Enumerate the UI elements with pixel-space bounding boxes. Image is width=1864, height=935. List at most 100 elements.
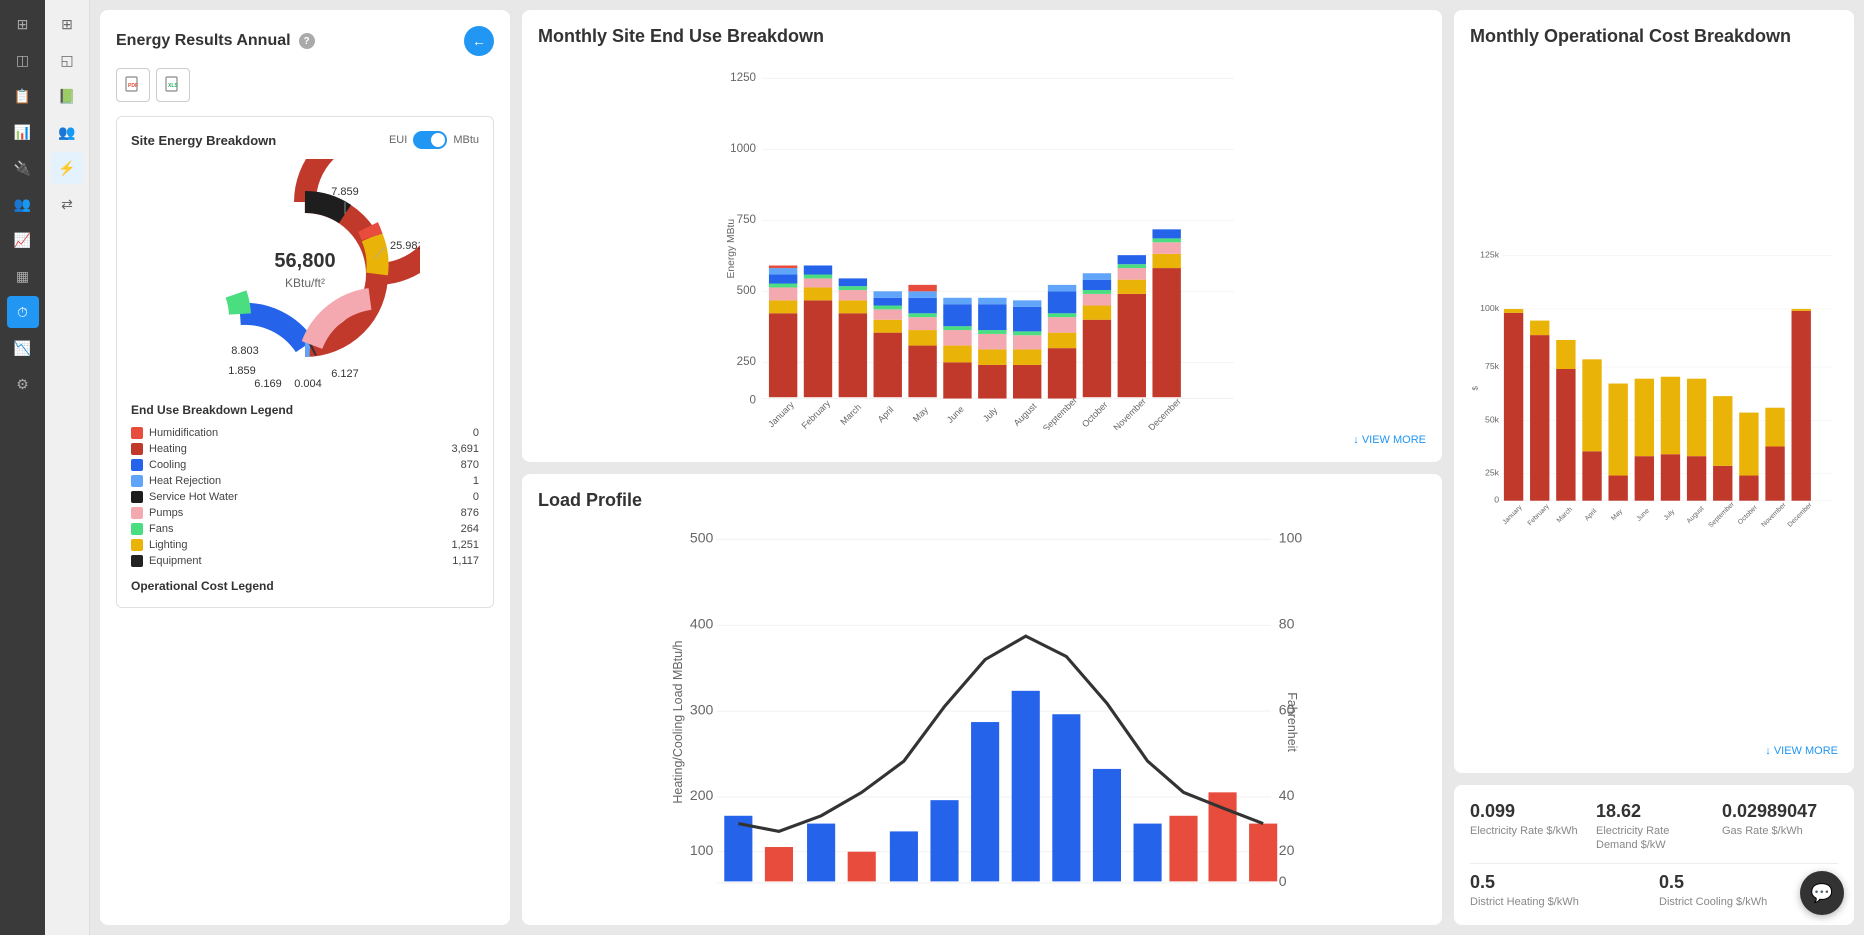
svg-text:100: 100	[1279, 529, 1303, 545]
svg-text:March: March	[838, 402, 863, 427]
grid3-icon[interactable]: ⊞	[51, 8, 83, 40]
svg-text:October: October	[1080, 400, 1110, 430]
equipment-label: Equipment	[149, 555, 446, 567]
svg-text:October: October	[1737, 504, 1759, 526]
monthly-op-cost-view-more[interactable]: VIEW MORE	[1470, 745, 1838, 757]
legend-equipment: Equipment 1,117	[131, 553, 479, 569]
svg-text:February: February	[1527, 503, 1552, 528]
book2-icon[interactable]: 📗	[51, 80, 83, 112]
people2-icon[interactable]: 👥	[51, 116, 83, 148]
svg-text:0: 0	[1494, 495, 1499, 505]
electricity-rate-label: Electricity Rate $/kWh	[1470, 824, 1586, 838]
back-button[interactable]: ←	[464, 26, 494, 56]
electricity-demand-value: 18.62	[1596, 801, 1712, 822]
svg-text:Heating/Cooling Load MBtu/h: Heating/Cooling Load MBtu/h	[671, 640, 685, 803]
cost-bar-dec: December	[1787, 309, 1815, 529]
shw-label: Service Hot Water	[149, 491, 467, 503]
lighting-color	[131, 539, 143, 551]
heat-rejection-label: Heat Rejection	[149, 475, 467, 487]
excel-button[interactable]: XLS	[156, 68, 190, 102]
svg-text:20: 20	[1279, 841, 1295, 857]
primary-sidebar: ⊞ ◫ 📋 📊 🔌 👥 📈 ▦ ⏱ 📉 ⚙	[0, 0, 45, 935]
bar-aug: August	[1012, 300, 1042, 428]
gas-rate-item: 0.02989047 Gas Rate $/kWh	[1722, 801, 1838, 853]
svg-text:400: 400	[690, 615, 714, 631]
grid-icon[interactable]: ⊞	[7, 8, 39, 40]
monthly-site-view-more[interactable]: VIEW MORE	[538, 434, 1426, 446]
clipboard-icon[interactable]: 📋	[7, 80, 39, 112]
monthly-site-card: Monthly Site End Use Breakdown 1250 1000…	[522, 10, 1442, 462]
linechart-icon[interactable]: 📉	[7, 332, 39, 364]
label-6127: 6.127	[331, 368, 359, 380]
label-8803: 8.803	[231, 345, 259, 357]
toolbar: PDF XLS	[116, 68, 494, 102]
legend-pumps: Pumps 876	[131, 505, 479, 521]
svg-text:500: 500	[690, 529, 714, 545]
humidification-label: Humidification	[149, 427, 467, 439]
monthly-op-cost-svg: 125k 100k 75k 50k 25k 0 $	[1470, 55, 1838, 741]
label-6169: 6.169	[254, 378, 282, 389]
pumps-label: Pumps	[149, 507, 455, 519]
svg-text:April: April	[876, 405, 896, 425]
legend-heat-rejection: Heat Rejection 1	[131, 473, 479, 489]
heat-rejection-color	[131, 475, 143, 487]
svg-text:1000: 1000	[730, 142, 756, 155]
svg-text:500: 500	[737, 284, 756, 297]
middle-panel: Monthly Site End Use Breakdown 1250 1000…	[522, 10, 1442, 925]
rate-grid-top: 0.099 Electricity Rate $/kWh 18.62 Elect…	[1470, 801, 1838, 853]
people-icon[interactable]: 👥	[7, 188, 39, 220]
bar-feb: February	[800, 265, 833, 429]
lighting-value: 1,251	[451, 539, 479, 551]
load-profile-chart: 500 400 300 200 100 100 80 60 40 20 0 Fa…	[538, 519, 1426, 910]
donut-center-unit: KBtu/ft²	[285, 276, 325, 290]
monthly-site-chart: 1250 1000 750 500 250 0 Energy MBtu	[538, 55, 1426, 430]
toggle-right-label: MBtu	[453, 134, 479, 146]
chat-button[interactable]: 💬	[1800, 871, 1844, 915]
fans-value: 264	[461, 523, 479, 535]
electricity-rate-item: 0.099 Electricity Rate $/kWh	[1470, 801, 1586, 853]
toggle-group: EUI MBtu	[389, 131, 479, 149]
eui-mbtu-toggle[interactable]	[413, 131, 447, 149]
svg-text:PDF: PDF	[128, 83, 138, 89]
layers-icon[interactable]: ◫	[7, 44, 39, 76]
cooling-value: 870	[461, 459, 479, 471]
svg-text:750: 750	[737, 213, 756, 226]
donut-chart-svg: 56,800 KBtu/ft² 7.859 25.981 8.803 1.859…	[190, 159, 420, 389]
flow2-icon[interactable]: ⇄	[51, 188, 83, 220]
equipment-color	[131, 555, 143, 567]
legend-title: End Use Breakdown Legend	[131, 403, 479, 417]
svg-text:80: 80	[1279, 615, 1295, 631]
label-1859: 1.859	[228, 365, 256, 377]
monthly-op-cost-card: Monthly Operational Cost Breakdown 125k …	[1454, 10, 1854, 773]
district-heating-item: 0.5 District Heating $/kWh	[1470, 872, 1649, 909]
heating-value: 3,691	[451, 443, 479, 455]
load-bar-jan-heat	[765, 847, 793, 881]
help-icon[interactable]: ?	[299, 33, 315, 49]
svg-text:February: February	[800, 398, 833, 430]
bar-jan: January	[766, 265, 797, 429]
svg-text:September: September	[1041, 395, 1079, 429]
label-0004: 0.004	[294, 378, 322, 389]
svg-text:March: March	[1556, 506, 1574, 524]
analytics-icon[interactable]: 📈	[7, 224, 39, 256]
bar-jul: July	[978, 298, 1006, 424]
humidification-color	[131, 427, 143, 439]
shw-segment	[310, 345, 312, 346]
chart-bar-icon[interactable]: 📊	[7, 116, 39, 148]
layers3-icon[interactable]: ◱	[51, 44, 83, 76]
legend-lighting: Lighting 1,251	[131, 537, 479, 553]
table-icon[interactable]: ▦	[7, 260, 39, 292]
plugin-icon[interactable]: 🔌	[7, 152, 39, 184]
cost-bar-oct: October	[1737, 413, 1759, 527]
toggle-left-label: EUI	[389, 134, 407, 146]
pdf-button[interactable]: PDF	[116, 68, 150, 102]
lighting-label: Lighting	[149, 539, 445, 551]
gear-icon[interactable]: ⚙	[7, 368, 39, 400]
electricity-demand-item: 18.62 Electricity Rate Demand $/kW	[1596, 801, 1712, 853]
site-energy-title: Site Energy Breakdown	[131, 133, 276, 148]
energy2-icon[interactable]: ⚡	[51, 152, 83, 184]
fans-segment	[236, 294, 240, 314]
heat-rejection-value: 1	[473, 475, 479, 487]
clock-icon[interactable]: ⏱	[7, 296, 39, 328]
label-7859: 7.859	[331, 186, 359, 198]
